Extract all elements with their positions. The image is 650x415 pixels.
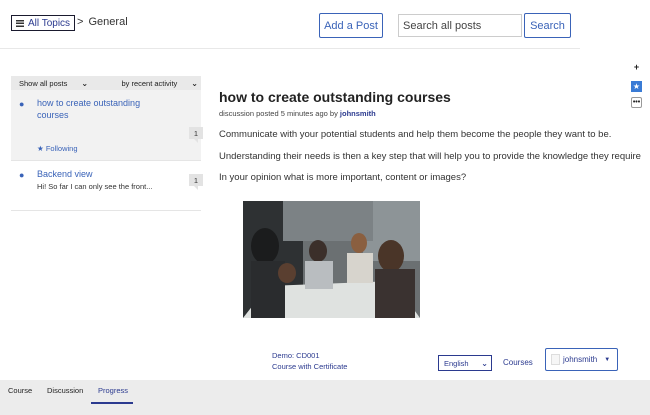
following-label: Following	[45, 144, 78, 153]
chevron-down-icon: ⌄	[81, 78, 89, 88]
thread-title: how to create outstanding courses	[37, 98, 141, 120]
chevron-down-icon: ⌄	[191, 78, 198, 88]
thread-item-outstanding-courses[interactable]: ● how to create outstanding courses ★ Fo…	[11, 90, 203, 161]
sort-select[interactable]: by recent activity ⌄	[121, 79, 198, 88]
filter-bar: Show all posts ⌄ by recent activity ⌄	[11, 76, 201, 90]
post-paragraph: Understanding their needs is then a key …	[219, 151, 641, 162]
post-title: how to create outstanding courses	[219, 89, 451, 105]
course-code: Demo: CD001	[272, 351, 320, 360]
thread-item-backend-view[interactable]: ● Backend view Hi! So far I can only see…	[11, 161, 203, 211]
breadcrumb: > General	[77, 16, 128, 28]
all-topics-label: All Topics	[28, 17, 71, 29]
thread-sidebar: Show all posts ⌄ by recent activity ⌄ ● …	[11, 76, 203, 211]
header-divider	[0, 48, 580, 49]
plus-icon[interactable]: +	[631, 61, 642, 72]
thread-excerpt: Hi! So far I can only see the front...	[37, 182, 153, 191]
star-icon: ★	[37, 144, 44, 153]
avatar	[551, 354, 560, 365]
tab-discussion[interactable]: Discussion	[47, 386, 83, 395]
breadcrumb-separator: >	[77, 16, 84, 28]
post-paragraph: In your opinion what is more important, …	[219, 172, 467, 183]
star-icon[interactable]: ★	[631, 81, 642, 92]
user-menu-button[interactable]: johnsmith ▼	[545, 348, 618, 371]
discussion-page: All Topics > General Add a Post Search +…	[0, 0, 650, 415]
caret-down-icon: ▼	[604, 356, 611, 363]
more-icon[interactable]: •••	[631, 97, 642, 108]
add-post-button[interactable]: Add a Post	[319, 13, 383, 38]
thread-title: Backend view	[37, 169, 93, 179]
sort-label: by recent activity	[121, 78, 178, 88]
tab-course[interactable]: Course	[8, 386, 32, 395]
menu-icon	[16, 19, 24, 27]
course-info: Demo: CD001 Course with Certificate	[272, 350, 347, 372]
discussion-bubble-icon: ●	[19, 170, 25, 180]
following-status: ★ Following	[37, 144, 78, 153]
language-value: English	[444, 358, 469, 368]
comment-count-badge: 1	[189, 174, 203, 190]
discussion-bubble-icon: ●	[19, 99, 25, 109]
course-name: Course with Certificate	[272, 362, 348, 371]
filter-select[interactable]: Show all posts ⌄	[19, 79, 88, 88]
language-select[interactable]: English ⌄	[438, 355, 492, 371]
chevron-down-icon: ⌄	[481, 358, 488, 368]
post-author-link[interactable]: johnsmith	[340, 109, 376, 118]
tab-progress[interactable]: Progress	[98, 386, 128, 395]
filter-label: Show all posts	[19, 78, 68, 88]
search-input[interactable]	[398, 14, 522, 37]
all-topics-button[interactable]: All Topics	[11, 15, 76, 31]
username-label: johnsmith	[563, 355, 598, 364]
post-meta-text: discussion posted 5 minutes ago by	[219, 109, 338, 118]
active-tab-indicator	[91, 402, 133, 404]
comment-count-badge: 1	[189, 127, 203, 143]
course-nav-bar: Course Discussion Progress	[0, 380, 650, 415]
post-image	[243, 201, 420, 318]
search-button[interactable]: Search	[524, 13, 571, 38]
post-paragraph: Communicate with your potential students…	[219, 129, 612, 140]
breadcrumb-current-topic: General	[88, 16, 128, 28]
courses-link[interactable]: Courses	[503, 358, 533, 367]
post-meta: discussion posted 5 minutes ago by johns…	[219, 109, 376, 118]
